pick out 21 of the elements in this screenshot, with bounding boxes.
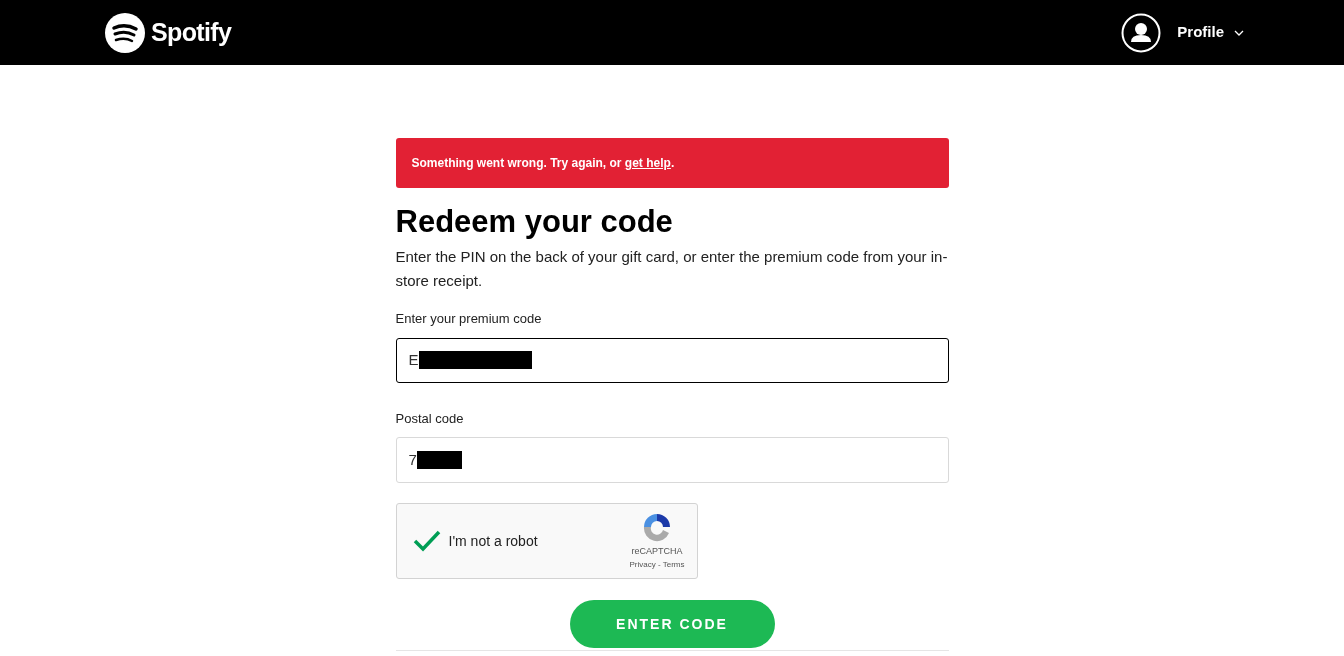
description: Enter the PIN on the back of your gift card, or enter the premium code from your in-store receipt. — [395, 247, 949, 291]
caret-icon — [1234, 29, 1244, 36]
logo-wordmark[interactable]: Spotify — [151, 13, 232, 52]
avatar-icon — [1121, 12, 1162, 53]
input-field[interactable]: 7 — [395, 437, 949, 483]
field-label: Enter your premium code — [395, 310, 543, 328]
help-link[interactable]: get help — [624, 156, 671, 170]
logo-icon — [105, 12, 145, 53]
privacy-link[interactable]: Privacy — [629, 559, 656, 569]
redaction-bar — [416, 451, 462, 469]
captcha-label: I'm not a robot — [448, 531, 538, 551]
error-message: Something went wrong. Try again, or get help. — [411, 155, 675, 172]
captcha-brand: reCAPTCHA — [631, 545, 683, 559]
recaptcha-icon — [641, 511, 673, 544]
checkmark-icon[interactable] — [412, 529, 441, 553]
field-label: Postal code — [395, 409, 465, 428]
separator: - — [656, 559, 662, 569]
terms-link[interactable]: Terms — [662, 559, 685, 569]
profile-menu[interactable]: Profile — [1121, 12, 1244, 53]
input-field[interactable]: E — [395, 337, 949, 383]
page-title: Redeem your code — [395, 203, 674, 241]
